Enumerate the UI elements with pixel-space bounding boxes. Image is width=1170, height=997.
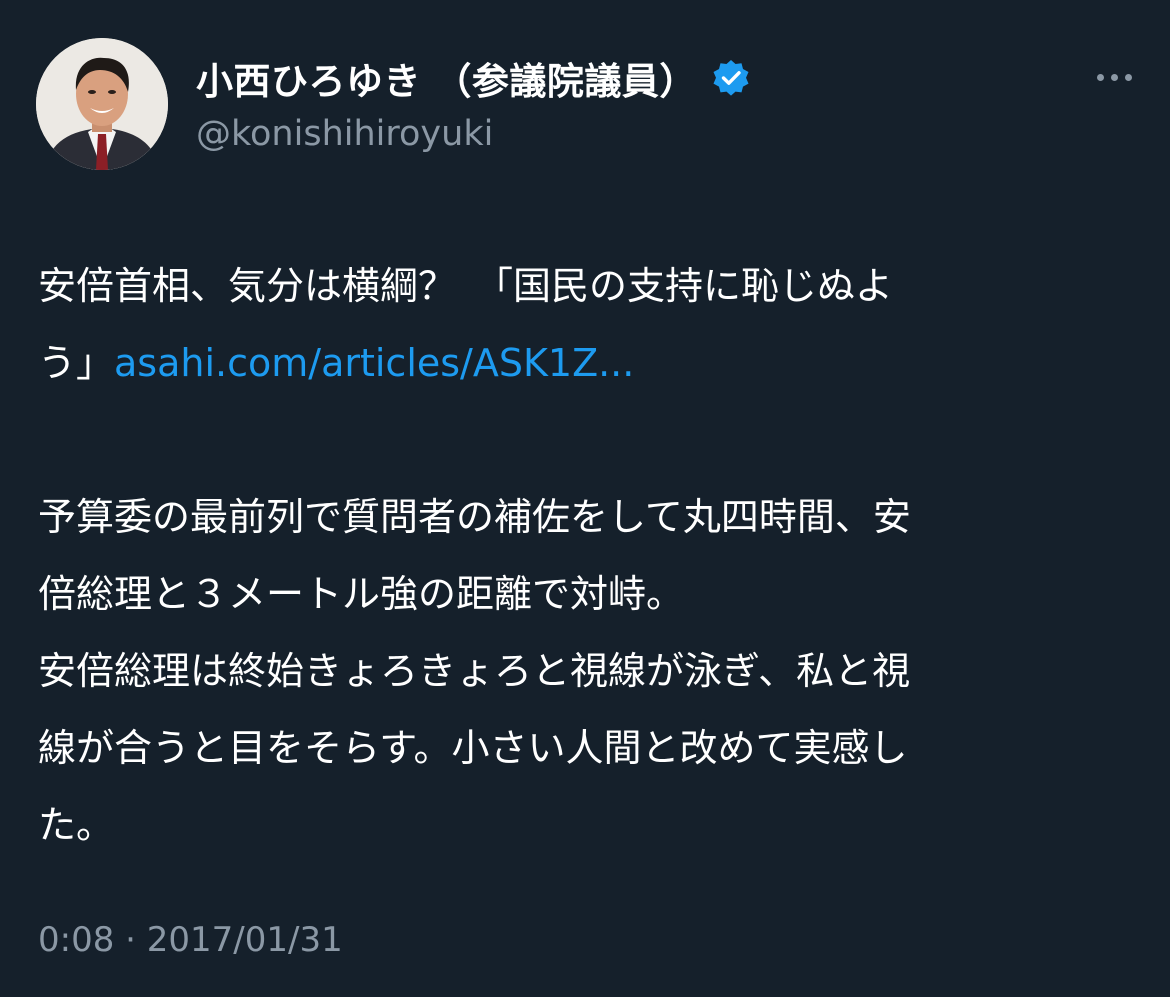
avatar[interactable] xyxy=(36,38,168,170)
verified-badge-icon xyxy=(711,58,751,98)
tweet-line: 予算委の最前列で質問者の補佐をして丸四時間、安 xyxy=(38,495,911,539)
author-block: 小西ひろゆき （参議院議員） @konishihiroyuki xyxy=(196,48,751,154)
more-options-icon[interactable] xyxy=(1084,60,1144,94)
display-name[interactable]: 小西ひろゆき （参議院議員） xyxy=(196,51,697,105)
display-name-row: 小西ひろゆき （参議院議員） xyxy=(196,48,751,108)
timestamp[interactable]: 0:08 · 2017/01/31 xyxy=(38,920,343,960)
tweet-line: た。 xyxy=(38,803,115,847)
article-link[interactable]: asahi.com/articles/ASK1Z... xyxy=(114,341,634,385)
tweet-line: 線が合うと目をそらす。小さい人間と改めて実感し xyxy=(38,726,908,770)
more-dot xyxy=(1124,73,1132,81)
tweet-text-fragment: う」 xyxy=(38,341,115,385)
more-dot xyxy=(1096,73,1104,81)
tweet-line: 安倍首相、気分は横綱？ 「国民の支持に恥じぬよ xyxy=(38,264,894,308)
handle[interactable]: @konishihiroyuki xyxy=(196,114,751,154)
tweet-line: う」asahi.com/articles/ASK1Z... xyxy=(38,325,1138,402)
tweet-line: 倍総理と３メートル強の距離で対峙。 xyxy=(38,572,685,616)
tweet-text: 安倍首相、気分は横綱？ 「国民の支持に恥じぬよ う」asahi.com/arti… xyxy=(38,248,1138,864)
avatar-portrait-icon xyxy=(36,38,168,170)
more-dot xyxy=(1110,73,1118,81)
tweet-header: 小西ひろゆき （参議院議員） @konishihiroyuki xyxy=(36,38,1136,178)
tweet-line: 安倍総理は終始きょろきょろと視線が泳ぎ、私と視 xyxy=(38,649,911,693)
tweet: 小西ひろゆき （参議院議員） @konishihiroyuki 安倍首相、気分は… xyxy=(0,0,1170,997)
